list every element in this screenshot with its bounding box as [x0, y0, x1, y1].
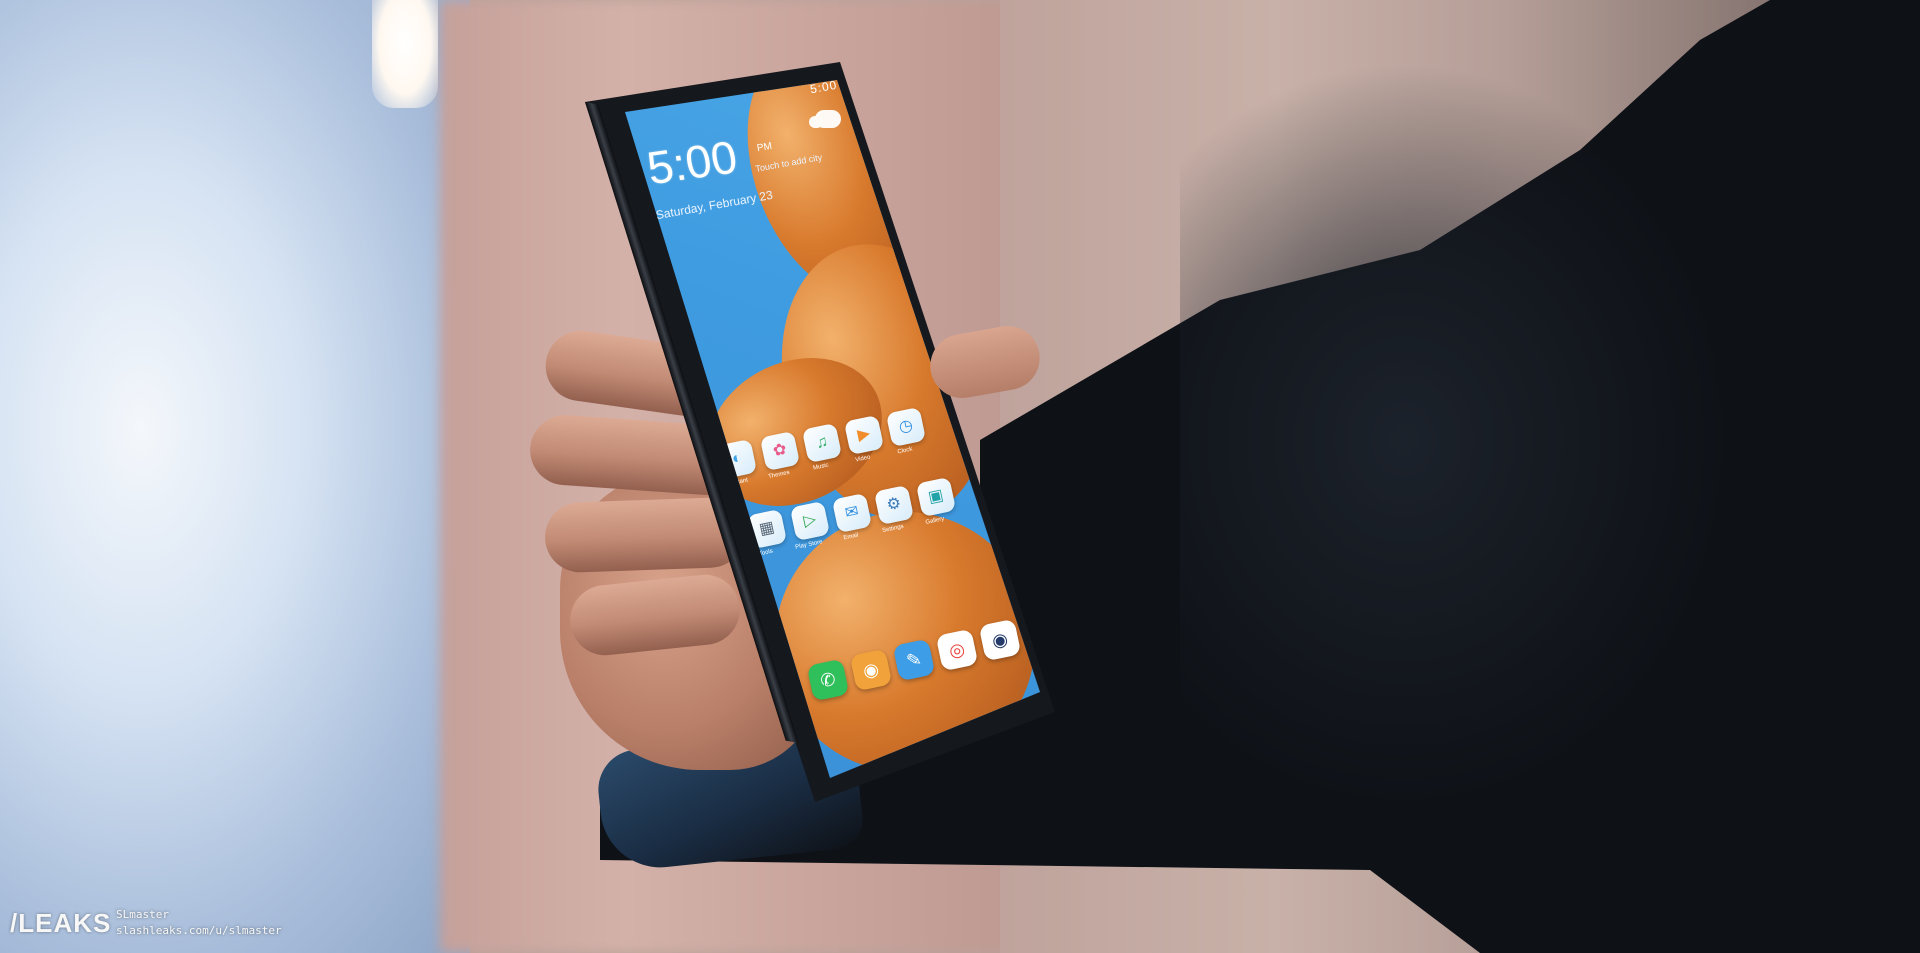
play-store-glyph: ▷ — [802, 510, 818, 531]
watermark-author: SLmaster — [116, 908, 169, 921]
clock-time: 5:00 — [643, 130, 741, 195]
camera-glyph: ◉ — [990, 628, 1010, 651]
gallery-icon[interactable]: ▣ — [915, 476, 957, 518]
ceiling-lamp — [372, 0, 438, 108]
clock-date: Saturday, February 23 — [654, 187, 774, 223]
photo-scene: 5:00 5:00 PM Touch to add city Saturday,… — [0, 0, 1920, 953]
phone-screen[interactable]: 5:00 5:00 PM Touch to add city Saturday,… — [625, 80, 1040, 778]
phone-glyph: ✆ — [818, 668, 838, 691]
email-glyph: ✉ — [843, 502, 861, 523]
messages-glyph: ✎ — [904, 648, 924, 671]
themes-glyph: ✿ — [771, 440, 789, 461]
sleeve-shading — [1180, 60, 1740, 820]
tools-glyph: ▦ — [757, 518, 777, 539]
clock-glyph: ◷ — [897, 416, 915, 437]
video-glyph: ▶ — [856, 424, 872, 445]
foldable-phone: 5:00 5:00 PM Touch to add city Saturday,… — [585, 62, 1055, 802]
chrome-glyph: ◎ — [947, 638, 967, 661]
contacts-glyph: ◉ — [861, 658, 881, 681]
watermark-logo: /LEAKS — [10, 908, 112, 938]
window-light-background — [0, 0, 470, 953]
weather-cloud-icon[interactable] — [809, 110, 841, 128]
play-store-icon[interactable]: ▷ — [789, 500, 831, 542]
settings-glyph: ⚙ — [885, 494, 903, 515]
music-glyph: ♫ — [814, 432, 830, 453]
watermark-url: slashleaks.com/u/slmaster — [116, 924, 282, 937]
gallery-glyph: ▣ — [926, 486, 946, 507]
